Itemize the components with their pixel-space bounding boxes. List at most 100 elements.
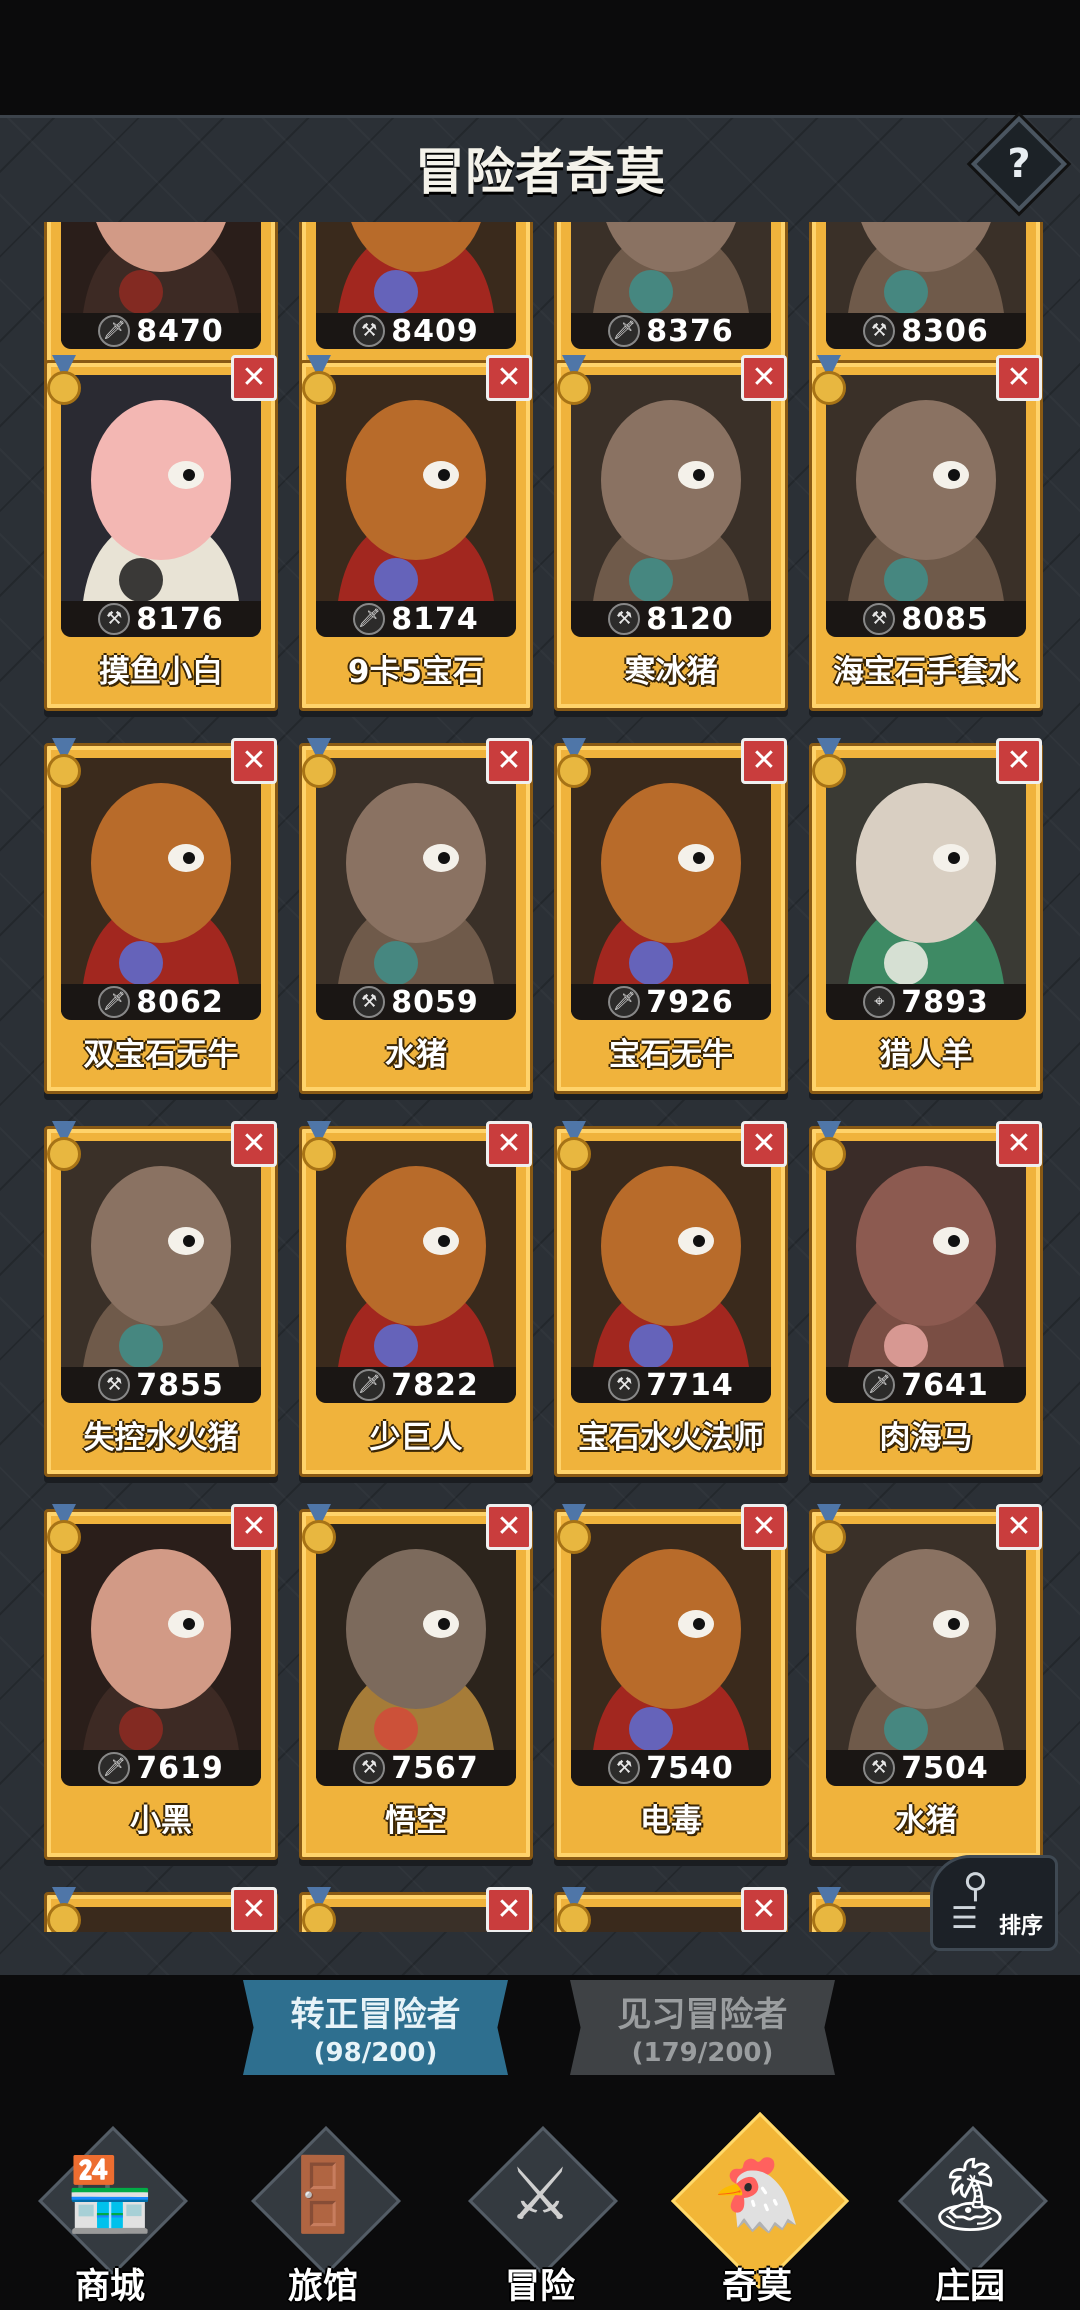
remove-button[interactable]: ✕ — [996, 1121, 1042, 1167]
remove-button[interactable]: ✕ — [231, 1887, 277, 1932]
medal-icon — [808, 1121, 850, 1177]
adventurer-card[interactable]: ⚒ 8085 海宝石手套水 ✕ — [809, 355, 1043, 711]
nav-manor[interactable]: 🏝 庄园 — [885, 2120, 1055, 2310]
remove-button[interactable]: ✕ — [996, 1504, 1042, 1550]
medal-icon — [298, 355, 340, 411]
axe-icon: ⚒ — [353, 1752, 386, 1784]
adventurer-name: 寒冰猪 — [624, 653, 718, 690]
remove-button[interactable]: ✕ — [741, 1887, 787, 1932]
adventurer-name: 小黑 — [130, 1802, 192, 1839]
close-icon: ✕ — [1006, 360, 1032, 395]
medal-icon — [43, 1887, 85, 1932]
remove-button[interactable]: ✕ — [486, 1887, 532, 1932]
page-title: 冒险者奇莫 — [415, 143, 665, 201]
power-bar: ⚒ 7504 — [826, 1750, 1026, 1786]
remove-button[interactable]: ✕ — [486, 738, 532, 784]
remove-button[interactable]: ✕ — [231, 738, 277, 784]
remove-button[interactable]: ✕ — [486, 355, 532, 401]
close-icon: ✕ — [496, 1126, 522, 1161]
sword-icon: 🗡 — [98, 986, 131, 1018]
remove-button[interactable]: ✕ — [741, 1121, 787, 1167]
close-icon: ✕ — [751, 743, 777, 778]
remove-button[interactable]: ✕ — [231, 1504, 277, 1550]
sort-label: 排序 — [999, 1914, 1044, 1939]
character-portrait — [826, 758, 1026, 1016]
adventurer-card[interactable]: 🗡 7926 宝石无牛 ✕ — [554, 738, 788, 1094]
sort-button[interactable]: ⚲ ☰ 排序 — [930, 1855, 1058, 1951]
adventurer-name: 宝石水火法师 — [578, 1419, 764, 1456]
adventurer-card[interactable]: ⚒ 7504 水猪 ✕ — [809, 1504, 1043, 1860]
sword-icon: 🗡 — [608, 315, 641, 347]
target-icon: ⌖ — [863, 986, 896, 1018]
tab-regular-adventurers[interactable]: 转正冒险者 (98/200) — [243, 1980, 508, 2075]
tab-trainee-adventurers[interactable]: 见习冒险者 (179/200) — [570, 1980, 835, 2075]
adventurer-name: 电毒 — [640, 1802, 702, 1839]
character-portrait — [826, 375, 1026, 633]
power-bar: 🗡 7619 — [61, 1750, 261, 1786]
remove-button[interactable]: ✕ — [231, 355, 277, 401]
tab-label: 见习冒险者 — [617, 1995, 788, 2035]
adventurer-card[interactable]: 🗡✕ — [44, 1887, 278, 1932]
power-value: 8470 — [136, 313, 224, 349]
nav-chimo[interactable]: 🐔 奇莫 — [670, 2111, 850, 2310]
remove-button[interactable]: ✕ — [741, 738, 787, 784]
adventurer-card[interactable]: 🗡 8174 9卡5宝石 ✕ — [299, 355, 533, 711]
axe-icon: ⚒ — [863, 603, 896, 635]
adventurer-card[interactable]: ⌖ 7893 猎人羊 ✕ — [809, 738, 1043, 1094]
power-value: 7540 — [646, 1750, 734, 1786]
adventurer-card[interactable]: ⚒✕ — [299, 1887, 533, 1932]
power-value: 7504 — [901, 1750, 989, 1786]
axe-icon: ⚒ — [353, 986, 386, 1018]
power-bar: ⚒ 7567 — [316, 1750, 516, 1786]
nav-shop[interactable]: 🏪 商城 — [25, 2120, 195, 2310]
adventurer-card[interactable]: ⚒ 8059 水猪 ✕ — [299, 738, 533, 1094]
medal-icon — [553, 738, 595, 794]
adventurer-card[interactable]: ⚒ 8176 摸鱼小白 ✕ — [44, 355, 278, 711]
adventurer-name: 肉海马 — [879, 1419, 973, 1456]
medal-icon — [43, 1121, 85, 1177]
remove-button[interactable]: ✕ — [741, 1504, 787, 1550]
nav-inn[interactable]: 🚪 旅馆 — [238, 2120, 408, 2310]
nav-label: 商城 — [74, 2267, 145, 2307]
power-value: 8059 — [391, 984, 479, 1020]
adventurer-card[interactable]: ⚒ 7540 电毒 ✕ — [554, 1504, 788, 1860]
adventurer-grid[interactable]: 🗡8470多卡龙✕⚒8409电法师✕🗡8376大肉包✕⚒8306快速寒猪✕⚒81… — [0, 222, 1080, 1932]
close-icon: ✕ — [241, 1126, 267, 1161]
adventurer-card[interactable]: ⚒ 7714 宝石水火法师 ✕ — [554, 1121, 788, 1477]
remove-button[interactable]: ✕ — [996, 355, 1042, 401]
sword-icon: 🗡 — [98, 315, 131, 347]
nav-adventure[interactable]: ⚔ 冒险 — [455, 2120, 625, 2310]
adventurer-card[interactable]: 🗡 8062 双宝石无牛 ✕ — [44, 738, 278, 1094]
search-icon: ⚲ — [963, 1866, 988, 1906]
adventurer-card[interactable]: ⚒ 7855 失控水火猪 ✕ — [44, 1121, 278, 1477]
close-icon: ✕ — [241, 360, 267, 395]
medal-icon — [298, 1887, 340, 1932]
remove-button[interactable]: ✕ — [486, 1504, 532, 1550]
close-icon: ✕ — [1006, 1126, 1032, 1161]
axe-icon: ⚒ — [608, 603, 641, 635]
remove-button[interactable]: ✕ — [231, 1121, 277, 1167]
power-bar: ⚒ 8120 — [571, 601, 771, 637]
character-portrait — [826, 1524, 1026, 1782]
sword-icon: 🗡 — [863, 1369, 896, 1401]
axe-icon: ⚒ — [353, 315, 386, 347]
adventurer-name: 9卡5宝石 — [347, 653, 485, 690]
adventurer-card[interactable]: 🗡 7822 少巨人 ✕ — [299, 1121, 533, 1477]
adventurer-card[interactable]: ⚒ 8120 寒冰猪 ✕ — [554, 355, 788, 711]
remove-button[interactable]: ✕ — [741, 355, 787, 401]
adventurer-card[interactable]: 🗡 7619 小黑 ✕ — [44, 1504, 278, 1860]
gate-icon: 🚪 — [278, 2152, 368, 2236]
power-bar: 🗡 7822 — [316, 1367, 516, 1403]
adventurer-card[interactable]: 🗡 7641 肉海马 ✕ — [809, 1121, 1043, 1477]
adventurer-card[interactable]: 🗡✕ — [554, 1887, 788, 1932]
remove-button[interactable]: ✕ — [996, 738, 1042, 784]
remove-button[interactable]: ✕ — [486, 1121, 532, 1167]
close-icon: ✕ — [241, 1509, 267, 1544]
character-portrait — [316, 758, 516, 1016]
power-bar: ⚒ 7714 — [571, 1367, 771, 1403]
power-bar: 🗡 8174 — [316, 601, 516, 637]
power-bar: 🗡 8376 — [571, 313, 771, 349]
tab-label: 转正冒险者 — [290, 1995, 461, 2035]
adventurer-card[interactable]: ⚒ 7567 悟空 ✕ — [299, 1504, 533, 1860]
help-icon: ? — [1007, 141, 1031, 187]
